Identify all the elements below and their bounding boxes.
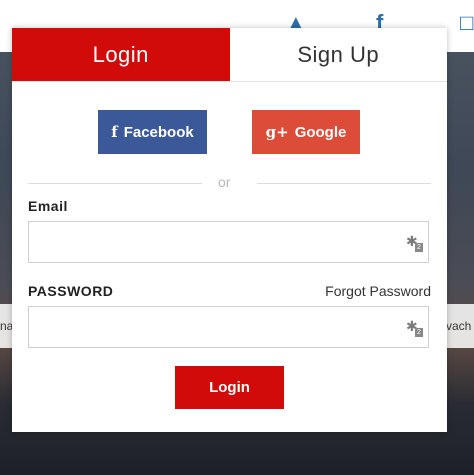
google-login-button[interactable]: g+ Google bbox=[252, 110, 360, 154]
google-plus-icon: g+ bbox=[265, 123, 289, 141]
divider-line-right bbox=[257, 183, 431, 184]
password-field[interactable] bbox=[29, 307, 428, 347]
password-manager-icon[interactable]: ✱ 2 bbox=[406, 234, 423, 252]
tab-login[interactable]: Login bbox=[12, 28, 230, 81]
instagram-icon[interactable]: □ bbox=[460, 10, 473, 36]
email-field[interactable] bbox=[29, 222, 428, 262]
divider-text: or bbox=[218, 174, 231, 190]
background-text-right: vach bbox=[446, 319, 472, 333]
social-login: f Facebook g+ Google bbox=[12, 82, 447, 172]
forgot-password-link[interactable]: Forgot Password bbox=[325, 283, 431, 299]
login-modal: Login Sign Up f Facebook g+ Google or Em… bbox=[12, 28, 447, 432]
auth-tabs: Login Sign Up bbox=[12, 28, 447, 82]
login-submit-button[interactable]: Login bbox=[175, 366, 284, 409]
background-search-field-right: vach bbox=[446, 304, 474, 348]
password-label: PASSWORD bbox=[28, 283, 114, 299]
email-field-wrapper: ✱ 2 bbox=[28, 221, 429, 263]
facebook-login-button[interactable]: f Facebook bbox=[98, 110, 207, 154]
or-divider: or bbox=[28, 173, 431, 193]
password-manager-icon[interactable]: ✱ 2 bbox=[406, 319, 423, 337]
email-label: Email bbox=[28, 198, 68, 214]
password-field-wrapper: ✱ 2 bbox=[28, 306, 429, 348]
tab-signup[interactable]: Sign Up bbox=[229, 28, 447, 81]
facebook-icon: f bbox=[111, 123, 118, 141]
google-login-label: Google bbox=[294, 123, 347, 141]
divider-line-left bbox=[28, 183, 202, 184]
facebook-login-label: Facebook bbox=[123, 123, 194, 141]
